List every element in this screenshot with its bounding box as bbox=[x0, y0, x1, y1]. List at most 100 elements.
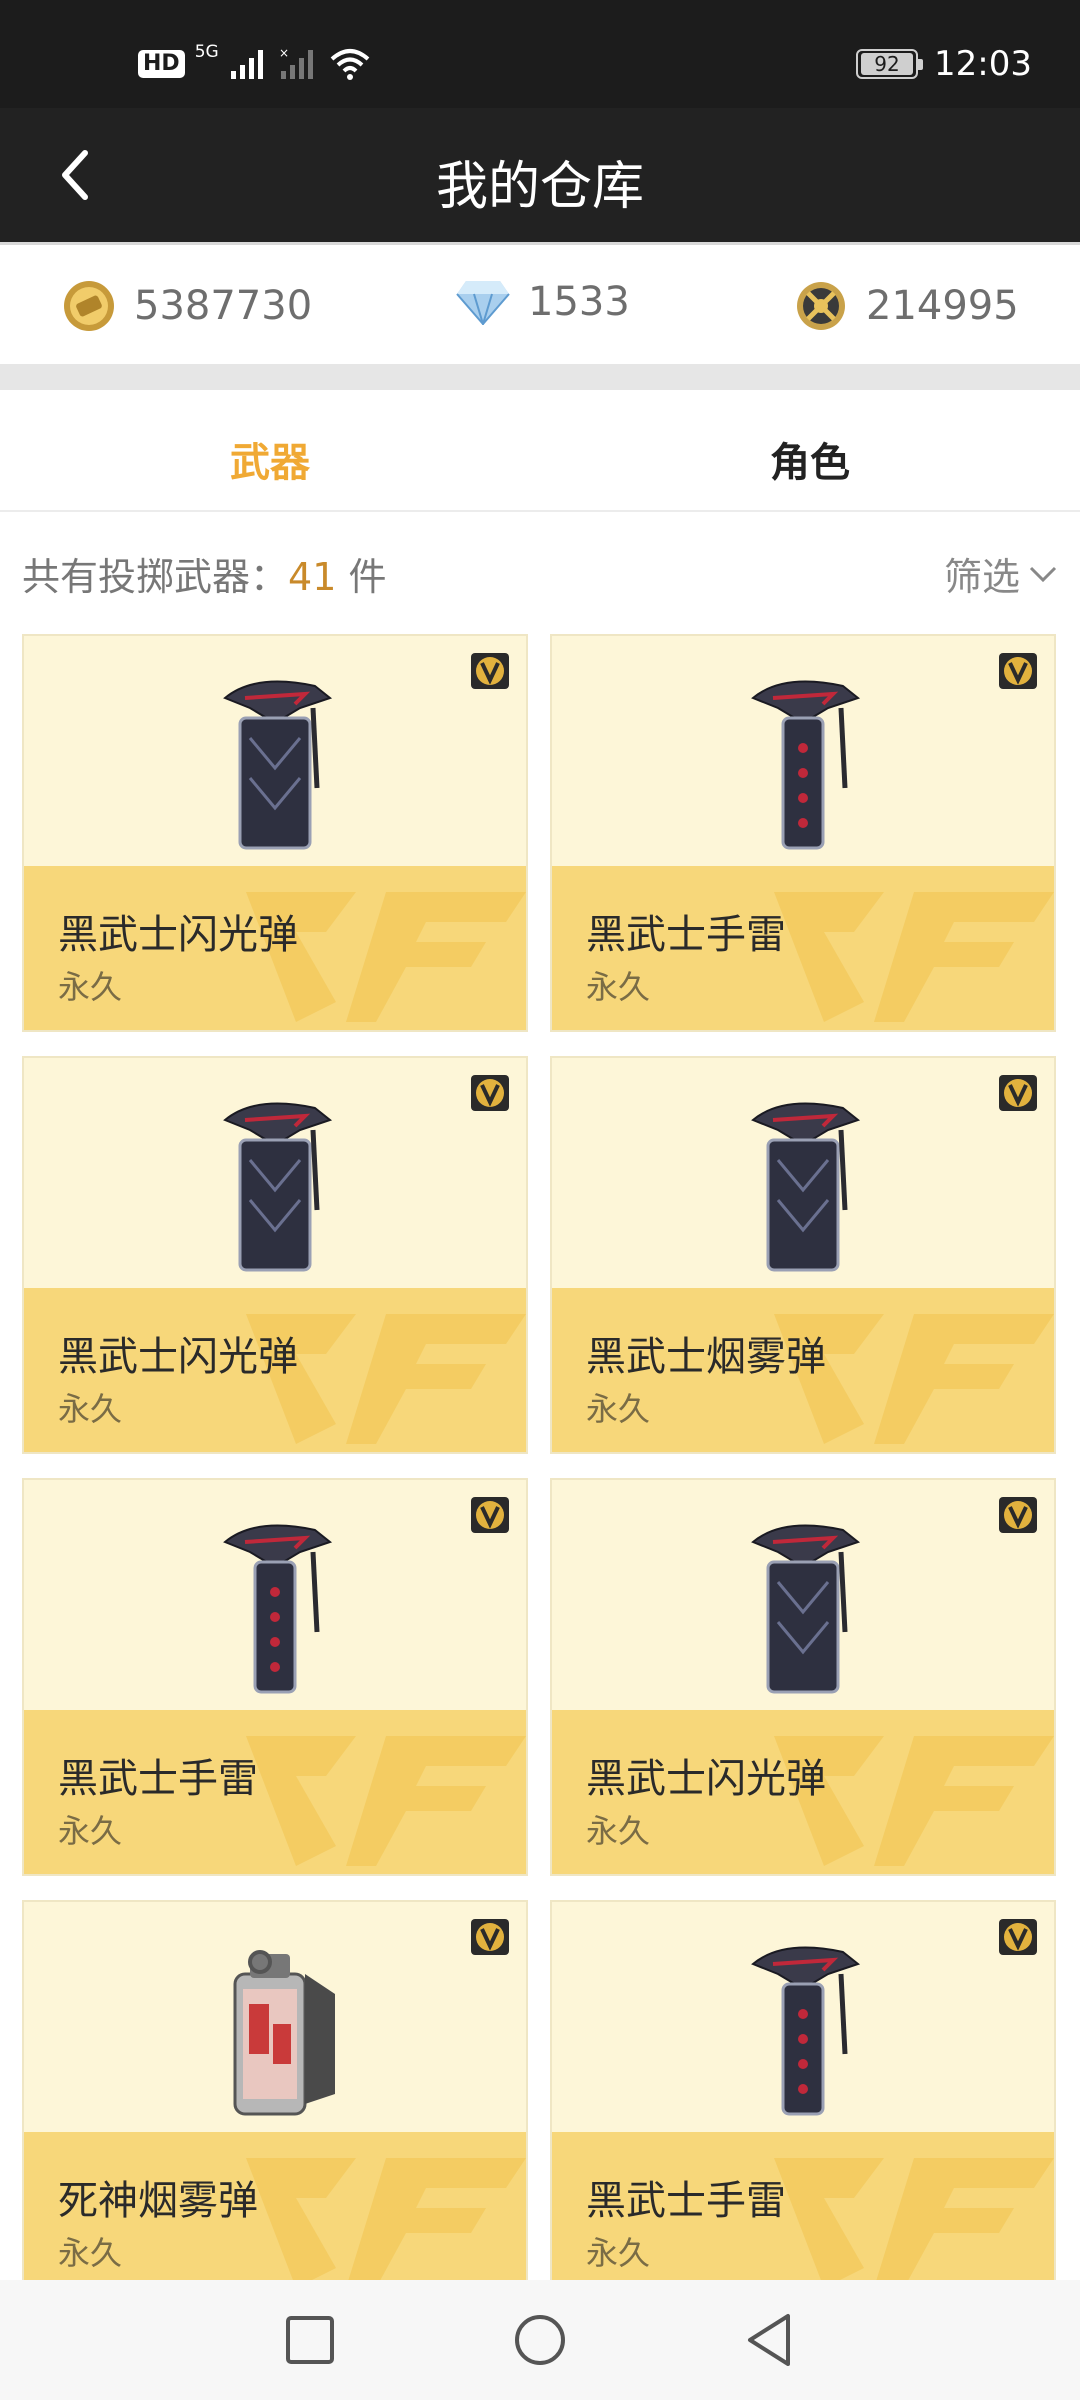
card-info-area: 黑武士闪光弹 永久 bbox=[552, 1710, 1054, 1874]
card-info-area: 黑武士闪光弹 永久 bbox=[24, 866, 526, 1030]
filter-label: 筛选 bbox=[943, 555, 1020, 599]
clock: 12:03 bbox=[934, 44, 1032, 84]
currency-coins: 5387730 bbox=[62, 279, 312, 333]
item-name: 黑武士闪光弹 bbox=[58, 1334, 298, 1380]
weapon-card[interactable]: 死神烟雾弹 永久 bbox=[22, 1900, 528, 2298]
title-bar: 我的仓库 bbox=[0, 108, 1080, 242]
v-badge-icon bbox=[999, 1919, 1037, 1955]
signal-icon bbox=[230, 50, 263, 79]
tab-characters[interactable]: 角色 bbox=[540, 430, 1080, 488]
status-bar: HD 5G × 92 12:03 bbox=[0, 0, 1080, 108]
item-name: 黑武士手雷 bbox=[586, 2178, 786, 2224]
v-badge-icon bbox=[999, 1075, 1037, 1111]
status-right: 92 12:03 bbox=[856, 42, 1032, 86]
item-duration: 永久 bbox=[58, 2234, 123, 2272]
grenade-image bbox=[733, 1090, 873, 1280]
item-name: 黑武士手雷 bbox=[586, 912, 786, 958]
weapon-card[interactable]: 黑武士闪光弹 永久 bbox=[550, 1478, 1056, 1876]
diamonds-value: 1533 bbox=[528, 279, 630, 325]
system-back-button[interactable] bbox=[738, 2308, 802, 2372]
cf-logo-watermark bbox=[774, 2158, 1054, 2288]
diamond-icon bbox=[456, 281, 510, 325]
wifi-icon bbox=[330, 49, 370, 80]
item-name: 黑武士手雷 bbox=[58, 1756, 258, 1802]
filter-button[interactable]: 筛选 bbox=[944, 546, 1058, 601]
card-info-area: 黑武士手雷 永久 bbox=[552, 866, 1054, 1030]
card-image-area bbox=[552, 636, 1054, 866]
card-image-area bbox=[24, 636, 526, 866]
currency-medals: 214995 bbox=[794, 279, 1019, 333]
card-image-area bbox=[24, 1902, 526, 2132]
card-image-area bbox=[552, 1058, 1054, 1288]
v-badge-icon bbox=[471, 653, 509, 689]
card-image-area bbox=[24, 1058, 526, 1288]
item-duration: 永久 bbox=[58, 1812, 123, 1850]
card-info-area: 黑武士闪光弹 永久 bbox=[24, 1288, 526, 1452]
page-title: 我的仓库 bbox=[435, 157, 644, 217]
coin-icon bbox=[64, 281, 114, 331]
cf-logo-watermark bbox=[246, 1736, 526, 1866]
card-image-area bbox=[552, 1480, 1054, 1710]
v-badge-icon bbox=[471, 1497, 509, 1533]
grenade-image bbox=[733, 668, 873, 858]
svg-text:×: × bbox=[279, 47, 289, 60]
tab-weapons[interactable]: 武器 bbox=[0, 430, 540, 488]
category-tabs: 武器 角色 bbox=[0, 390, 1080, 512]
grenade-image bbox=[733, 1934, 873, 2124]
item-grid: 黑武士闪光弹 永久 黑武士手雷 永久 黑武士闪光弹 永久 黑武士烟雾弹 永久 黑武士手雷 永久 黑武… bbox=[22, 634, 1058, 2298]
weapon-card[interactable]: 黑武士烟雾弹 永久 bbox=[550, 1056, 1056, 1454]
item-name: 死神烟雾弹 bbox=[58, 2178, 258, 2224]
battery-level: 92 bbox=[861, 53, 914, 75]
weapon-card[interactable]: 黑武士闪光弹 永久 bbox=[22, 634, 528, 1032]
hd-badge: HD bbox=[138, 50, 185, 78]
card-info-area: 黑武士烟雾弹 永久 bbox=[552, 1288, 1054, 1452]
cf-logo-watermark bbox=[774, 892, 1054, 1022]
item-count-summary: 共有投掷武器：41 件 bbox=[22, 546, 386, 601]
v-badge-icon bbox=[999, 653, 1037, 689]
grenade-image bbox=[205, 1934, 345, 2124]
v-badge-icon bbox=[999, 1497, 1037, 1533]
grenade-image bbox=[205, 1090, 345, 1280]
medals-value: 214995 bbox=[866, 283, 1019, 329]
card-image-area bbox=[552, 1902, 1054, 2132]
item-duration: 永久 bbox=[586, 968, 651, 1006]
item-duration: 永久 bbox=[58, 1390, 123, 1428]
v-badge-icon bbox=[471, 1919, 509, 1955]
weapon-card[interactable]: 黑武士手雷 永久 bbox=[22, 1478, 528, 1876]
item-name: 黑武士闪光弹 bbox=[586, 1756, 826, 1802]
card-info-area: 黑武士手雷 永久 bbox=[24, 1710, 526, 1874]
grenade-image bbox=[205, 668, 345, 858]
card-info-area: 黑武士手雷 永久 bbox=[552, 2132, 1054, 2296]
item-duration: 永久 bbox=[586, 2234, 651, 2272]
coins-value: 5387730 bbox=[134, 283, 313, 329]
card-image-area bbox=[24, 1480, 526, 1710]
status-indicators: HD 5G × bbox=[138, 42, 371, 84]
battery-icon: 92 bbox=[856, 49, 924, 79]
recent-apps-button[interactable] bbox=[278, 2308, 342, 2372]
summary-label: 共有投掷武器： bbox=[22, 555, 289, 599]
chevron-down-icon bbox=[1029, 566, 1057, 582]
summary-count: 41 bbox=[288, 555, 337, 599]
currency-diamonds: 1533 bbox=[456, 279, 630, 325]
section-divider bbox=[0, 364, 1080, 390]
card-info-area: 死神烟雾弹 永久 bbox=[24, 2132, 526, 2296]
network-type: 5G bbox=[194, 42, 219, 62]
item-name: 黑武士闪光弹 bbox=[58, 912, 298, 958]
weapon-card[interactable]: 黑武士闪光弹 永久 bbox=[22, 1056, 528, 1454]
v-badge-icon bbox=[471, 1075, 509, 1111]
summary-unit: 件 bbox=[348, 555, 387, 599]
item-name: 黑武士烟雾弹 bbox=[586, 1334, 826, 1380]
currency-bar: 5387730 1533 214995 bbox=[0, 242, 1080, 364]
medal-icon bbox=[797, 282, 845, 330]
item-duration: 永久 bbox=[586, 1390, 651, 1428]
system-navigation-bar bbox=[0, 2280, 1080, 2400]
signal-weak-icon: × bbox=[279, 47, 313, 79]
weapon-card[interactable]: 黑武士手雷 永久 bbox=[550, 1900, 1056, 2298]
cf-logo-watermark bbox=[246, 2158, 526, 2288]
grenade-image bbox=[733, 1512, 873, 1702]
item-duration: 永久 bbox=[586, 1812, 651, 1850]
grenade-image bbox=[205, 1512, 345, 1702]
weapon-card[interactable]: 黑武士手雷 永久 bbox=[550, 634, 1056, 1032]
home-button[interactable] bbox=[508, 2308, 572, 2372]
item-duration: 永久 bbox=[58, 968, 123, 1006]
